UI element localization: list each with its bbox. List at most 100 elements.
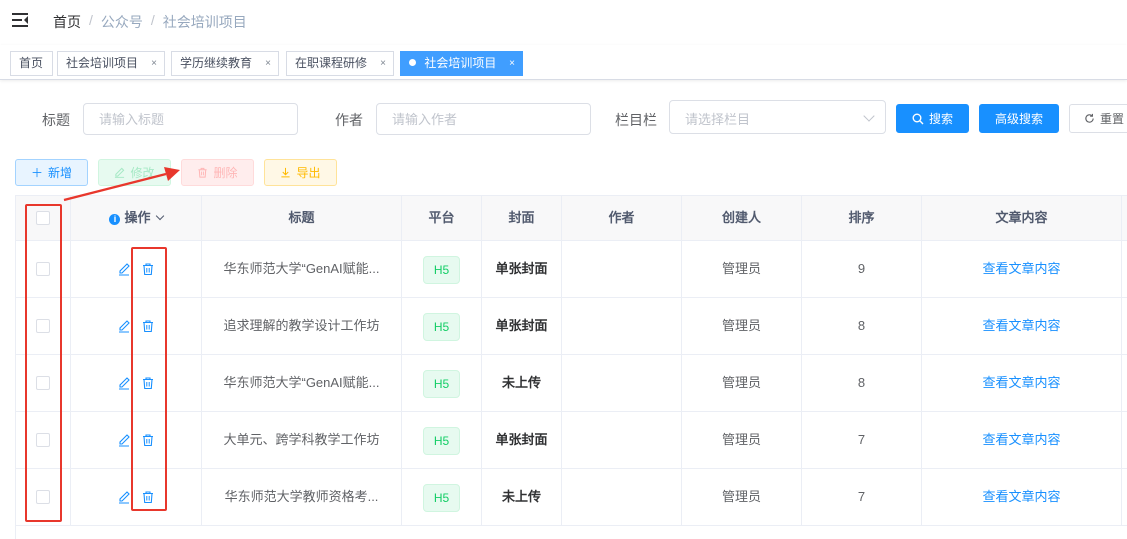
tag-close-icon[interactable]: × — [151, 52, 157, 75]
add-button-label: 新增 — [48, 166, 73, 180]
platform-tag: H5 — [422, 369, 461, 398]
view-content-link[interactable]: 查看文章内容 — [982, 432, 1060, 447]
row-creator-cell: 管理员 — [682, 298, 802, 354]
breadcrumb-separator: / — [89, 12, 93, 28]
row-author-cell — [562, 412, 682, 468]
row-cover-cell: 单张封面 — [482, 298, 562, 354]
row-sort-cell: 7 — [802, 412, 922, 468]
table-row: 华东师范大学教师资格考... H5 未上传 管理员 7 查看文章内容 — [16, 469, 1127, 526]
row-platform-cell: H5 — [402, 355, 482, 411]
header-author: 作者 — [562, 196, 682, 240]
edit-icon[interactable] — [117, 490, 131, 504]
row-title-cell: 追求理解的教学设计工作坊 — [202, 298, 402, 354]
row-platform-cell: H5 — [402, 469, 482, 525]
advanced-search-label: 高级搜索 — [994, 112, 1043, 126]
row-title-cell: 华东师范大学“GenAI赋能... — [202, 355, 402, 411]
header-ops[interactable]: i 操作 — [71, 196, 202, 240]
view-content-link[interactable]: 查看文章内容 — [982, 489, 1060, 504]
refresh-icon — [1085, 113, 1094, 123]
column-select[interactable]: 请选择栏目 — [669, 100, 886, 134]
table-row: 华东师范大学“GenAI赋能... H5 未上传 管理员 8 查看文章内容 — [16, 355, 1127, 412]
search-icon — [912, 113, 924, 124]
info-icon: i — [109, 214, 121, 225]
articles-table: i 操作 标题 平台 封面 作者 创建人 排序 文章内容 华东师范大学“GenAI… — [15, 195, 1127, 539]
active-dot-icon — [409, 59, 416, 66]
tag-social-training-active[interactable]: 社会培训项目 × — [400, 51, 523, 76]
header-creator: 创建人 — [682, 196, 802, 240]
author-label: 作者 — [335, 112, 363, 128]
column-label: 栏目栏 — [615, 112, 657, 128]
row-cover-cell: 单张封面 — [482, 412, 562, 468]
tag-close-icon[interactable]: × — [509, 52, 515, 75]
row-sort-cell: 7 — [802, 469, 922, 525]
plus-icon: ＋ — [30, 166, 43, 180]
author-input[interactable] — [376, 103, 591, 135]
edit-icon[interactable] — [117, 433, 131, 447]
tags-view: 首页 社会培训项目 × 学历继续教育 × 在职课程研修 × 社会培训项目 × — [0, 45, 1127, 80]
row-author-cell — [562, 355, 682, 411]
header-platform: 平台 — [402, 196, 482, 240]
search-button[interactable]: 搜索 — [896, 104, 969, 133]
add-button[interactable]: ＋ 新增 — [15, 159, 88, 186]
row-platform-cell: H5 — [402, 241, 482, 297]
export-button[interactable]: 导出 — [264, 159, 337, 186]
edit-icon — [115, 167, 125, 178]
advanced-search-button[interactable]: 高级搜索 — [979, 104, 1059, 133]
row-platform-cell: H5 — [402, 298, 482, 354]
edit-icon[interactable] — [117, 376, 131, 390]
breadcrumb-separator: / — [150, 12, 155, 28]
row-title-cell: 华东师范大学“GenAI赋能... — [202, 241, 402, 297]
row-author-cell — [562, 469, 682, 525]
row-content-cell: 查看文章内容 — [922, 241, 1122, 297]
title-input[interactable] — [83, 103, 298, 135]
download-icon — [281, 167, 291, 178]
row-creator-cell: 管理员 — [682, 412, 802, 468]
view-content-link[interactable]: 查看文章内容 — [982, 375, 1060, 390]
row-content-cell: 查看文章内容 — [922, 298, 1122, 354]
breadcrumb: 首页 / 公众号 / 社会培训项目 — [53, 12, 247, 32]
row-creator-cell: 管理员 — [682, 469, 802, 525]
hamburger-menu-icon[interactable] — [12, 13, 28, 27]
tag-degree-education[interactable]: 学历继续教育 × — [171, 51, 279, 76]
tag-social-training[interactable]: 社会培训项目 × — [57, 51, 165, 76]
header-content: 文章内容 — [922, 196, 1122, 240]
row-content-cell: 查看文章内容 — [922, 469, 1122, 525]
tag-label: 学历继续教育 — [180, 56, 253, 70]
tag-home[interactable]: 首页 — [10, 51, 53, 76]
breadcrumb-item-current: 社会培训项目 — [162, 14, 247, 30]
delete-icon — [198, 167, 208, 178]
tag-inservice-course[interactable]: 在职课程研修 × — [286, 51, 394, 76]
chevron-down-icon — [863, 110, 875, 122]
tag-close-icon[interactable]: × — [380, 52, 386, 75]
header-ops-label: 操作 — [124, 210, 151, 225]
platform-tag: H5 — [422, 312, 461, 341]
search-button-label: 搜索 — [928, 112, 953, 126]
platform-tag: H5 — [422, 426, 461, 455]
reset-button[interactable]: 重置 — [1069, 104, 1127, 133]
reset-button-label: 重置 — [1099, 112, 1124, 126]
table-row: 追求理解的教学设计工作坊 H5 单张封面 管理员 8 查看文章内容 — [16, 298, 1127, 355]
table-row: 华东师范大学“GenAI赋能... H5 单张封面 管理员 9 查看文章内容 — [16, 241, 1127, 298]
header-title: 标题 — [202, 196, 402, 240]
delete-button[interactable]: 删除 — [181, 159, 254, 186]
edit-button[interactable]: 修改 — [98, 159, 171, 186]
row-sort-cell: 8 — [802, 298, 922, 354]
view-content-link[interactable]: 查看文章内容 — [982, 318, 1060, 333]
view-content-link[interactable]: 查看文章内容 — [982, 261, 1060, 276]
tag-label: 首页 — [19, 56, 44, 70]
navbar: 首页 / 公众号 / 社会培训项目 — [0, 0, 1127, 42]
breadcrumb-item-wechat[interactable]: 公众号 — [101, 12, 143, 32]
edit-icon[interactable] — [117, 319, 131, 333]
row-title-cell: 华东师范大学教师资格考... — [202, 469, 402, 525]
edit-button-label: 修改 — [130, 166, 155, 180]
platform-tag: H5 — [422, 255, 461, 284]
row-platform-cell: H5 — [402, 412, 482, 468]
breadcrumb-home[interactable]: 首页 — [53, 12, 81, 32]
row-title-cell: 大单元、跨学科教学工作坊 — [202, 412, 402, 468]
tag-close-icon[interactable]: × — [265, 52, 271, 75]
edit-icon[interactable] — [117, 262, 131, 276]
row-content-cell: 查看文章内容 — [922, 355, 1122, 411]
annotation-delete-icons-box — [131, 247, 167, 511]
header-cover: 封面 — [482, 196, 562, 240]
row-author-cell — [562, 241, 682, 297]
